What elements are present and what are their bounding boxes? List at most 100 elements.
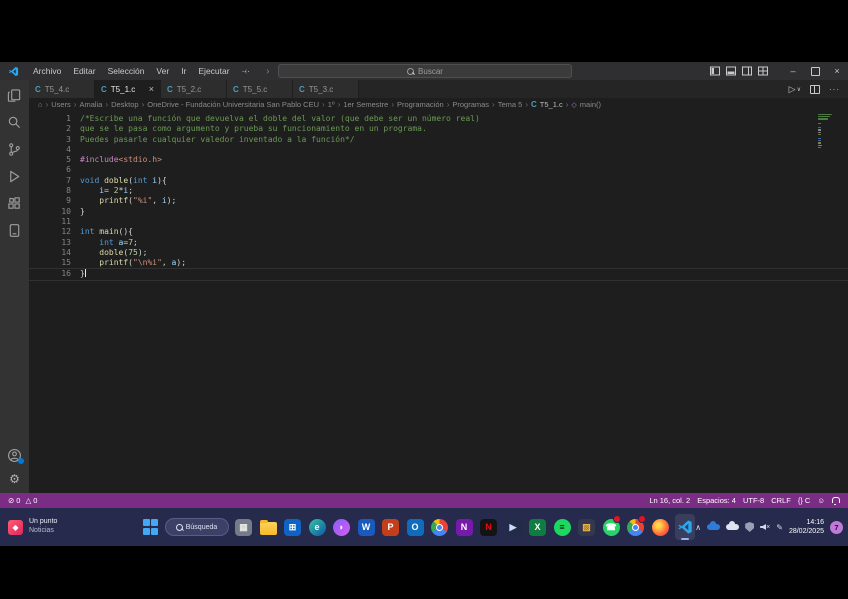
run-debug-icon[interactable] bbox=[7, 168, 23, 184]
volume-muted-icon[interactable]: × bbox=[760, 524, 770, 531]
status-item[interactable]: Ln 16, col. 2 bbox=[649, 496, 690, 505]
more-actions-icon[interactable]: ··· bbox=[829, 85, 840, 94]
toggle-sidebar-icon[interactable] bbox=[710, 66, 720, 76]
tab-T5_3.c[interactable]: CT5_3.c bbox=[293, 80, 359, 98]
customize-layout-icon[interactable] bbox=[758, 66, 768, 76]
breadcrumb-item[interactable]: 1er Semestre bbox=[343, 100, 388, 109]
outlook-icon[interactable]: O bbox=[405, 514, 425, 540]
feedback-icon[interactable]: ☺ bbox=[817, 496, 825, 505]
window-controls: – × bbox=[710, 62, 848, 80]
tab-label: T5_1.c bbox=[111, 85, 135, 94]
clock[interactable]: 14:16 28/02/2025 bbox=[789, 518, 824, 536]
accounts-icon[interactable] bbox=[7, 447, 23, 463]
split-editor-icon[interactable] bbox=[810, 85, 820, 94]
problems-indicator[interactable]: ⊘0 △0 bbox=[8, 496, 37, 505]
minimap-line bbox=[818, 132, 821, 133]
breadcrumb-item[interactable]: 1º bbox=[328, 100, 335, 109]
browser-profile-icon[interactable] bbox=[626, 514, 646, 540]
onenote-icon[interactable]: N bbox=[454, 514, 474, 540]
settings-gear-icon[interactable]: ⚙ bbox=[7, 471, 23, 487]
code-editor[interactable]: 1/*Escribe una función que devuelva el d… bbox=[29, 111, 848, 493]
breadcrumb-file[interactable]: T5_1.c bbox=[540, 100, 563, 109]
breadcrumb-item[interactable]: Desktop bbox=[111, 100, 139, 109]
line-content: que se le pasa como argumento y prueba s… bbox=[80, 124, 427, 134]
menu-item[interactable]: Archivo bbox=[27, 66, 67, 76]
explorer-icon[interactable] bbox=[7, 87, 23, 103]
toggle-secondary-sidebar-icon[interactable] bbox=[742, 66, 752, 76]
onedrive-personal-icon[interactable] bbox=[726, 524, 739, 530]
file-explorer-icon[interactable] bbox=[258, 514, 278, 540]
toggle-panel-icon[interactable] bbox=[726, 66, 736, 76]
breadcrumb-item[interactable]: Amalia bbox=[79, 100, 102, 109]
photos-icon[interactable]: ▨ bbox=[577, 514, 597, 540]
firefox-icon[interactable] bbox=[650, 514, 670, 540]
tab-bar: CT5_4.cCT5_1.c×CT5_2.cCT5_5.cCT5_3.c ▷∨ … bbox=[29, 80, 848, 98]
notifications-bell-icon[interactable] bbox=[832, 498, 840, 503]
copilot-icon[interactable]: ◗ bbox=[332, 514, 352, 540]
breadcrumb-item[interactable]: Programas bbox=[452, 100, 489, 109]
history-nav-arrows[interactable]: ‹ › bbox=[244, 66, 277, 77]
microsoft-store-icon[interactable]: ⊞ bbox=[283, 514, 303, 540]
minimap-line bbox=[818, 127, 821, 128]
widget-line2: Noticias bbox=[29, 527, 57, 536]
netflix-icon[interactable]: N bbox=[479, 514, 499, 540]
close-tab-icon[interactable]: × bbox=[149, 84, 154, 94]
folder-glyph bbox=[260, 522, 277, 535]
excel-icon[interactable]: X bbox=[528, 514, 548, 540]
restore-button[interactable] bbox=[804, 62, 826, 80]
menu-item[interactable]: Ejecutar bbox=[192, 66, 235, 76]
powerpoint-icon[interactable]: P bbox=[381, 514, 401, 540]
spotify-icon[interactable]: ≡ bbox=[552, 514, 572, 540]
c-file-icon: C bbox=[35, 85, 41, 94]
command-center-search[interactable]: Buscar bbox=[278, 64, 572, 78]
tab-T5_2.c[interactable]: CT5_2.c bbox=[161, 80, 227, 98]
home-icon[interactable]: ⌂ bbox=[38, 100, 43, 109]
line-content: doble(75); bbox=[80, 248, 147, 258]
onedrive-icon[interactable] bbox=[707, 524, 720, 530]
status-item[interactable]: Espacios: 4 bbox=[697, 496, 736, 505]
menu-item[interactable]: Ir bbox=[175, 66, 192, 76]
security-shield-icon[interactable] bbox=[745, 522, 754, 532]
media-app-icon[interactable]: ▶ bbox=[503, 514, 523, 540]
breadcrumb[interactable]: ⌂›Users›Amalia›Desktop›OneDrive - Fundac… bbox=[29, 98, 848, 111]
code-line: 1/*Escribe una función que devuelva el d… bbox=[29, 114, 848, 124]
status-item[interactable]: UTF-8 bbox=[743, 496, 764, 505]
task-view-icon[interactable]: ▦ bbox=[234, 514, 254, 540]
vscode-icon[interactable] bbox=[675, 514, 695, 540]
hidden-icons-chevron[interactable]: ∧ bbox=[695, 523, 701, 532]
breadcrumb-item[interactable]: Tema 5 bbox=[498, 100, 523, 109]
menu-item[interactable]: Selección bbox=[102, 66, 151, 76]
start-button[interactable] bbox=[142, 518, 160, 536]
breadcrumb-symbol[interactable]: main() bbox=[580, 100, 601, 109]
minimap[interactable] bbox=[818, 114, 835, 149]
word-icon[interactable]: W bbox=[356, 514, 376, 540]
pen-input-icon[interactable]: ✎ bbox=[776, 523, 783, 532]
extensions-icon[interactable] bbox=[7, 195, 23, 211]
run-code-button[interactable]: ▷∨ bbox=[789, 84, 801, 95]
tab-T5_5.c[interactable]: CT5_5.c bbox=[227, 80, 293, 98]
widgets-button[interactable]: ◆ Un punto Noticias bbox=[8, 518, 57, 536]
remote-explorer-icon[interactable] bbox=[7, 222, 23, 238]
source-control-icon[interactable] bbox=[7, 141, 23, 157]
status-item[interactable]: CRLF bbox=[771, 496, 791, 505]
whatsapp-icon[interactable]: ☎ bbox=[601, 514, 621, 540]
taskbar-search[interactable]: Búsqueda bbox=[165, 518, 229, 536]
menu-item[interactable]: Ver bbox=[150, 66, 175, 76]
tab-T5_1.c[interactable]: CT5_1.c× bbox=[95, 80, 161, 98]
line-number: 16 bbox=[29, 269, 80, 279]
breadcrumb-item[interactable]: OneDrive - Fundación Universitaria San P… bbox=[147, 100, 319, 109]
minimize-button[interactable]: – bbox=[782, 62, 804, 80]
tab-T5_4.c[interactable]: CT5_4.c bbox=[29, 80, 95, 98]
menu-item[interactable]: Editar bbox=[67, 66, 101, 76]
edge-icon[interactable]: e bbox=[307, 514, 327, 540]
breadcrumb-item[interactable]: Users bbox=[51, 100, 71, 109]
notification-count-badge[interactable]: 7 bbox=[830, 521, 843, 534]
close-button[interactable]: × bbox=[826, 62, 848, 80]
breadcrumb-item[interactable]: Programación bbox=[397, 100, 444, 109]
chrome-icon[interactable] bbox=[430, 514, 450, 540]
menu-bar: ArchivoEditarSelecciónVerIrEjecutar··· bbox=[27, 66, 256, 76]
vscode-glyph bbox=[676, 519, 693, 536]
status-item[interactable]: {} C bbox=[798, 496, 811, 505]
minimap-line bbox=[818, 140, 821, 141]
search-icon[interactable] bbox=[7, 114, 23, 130]
